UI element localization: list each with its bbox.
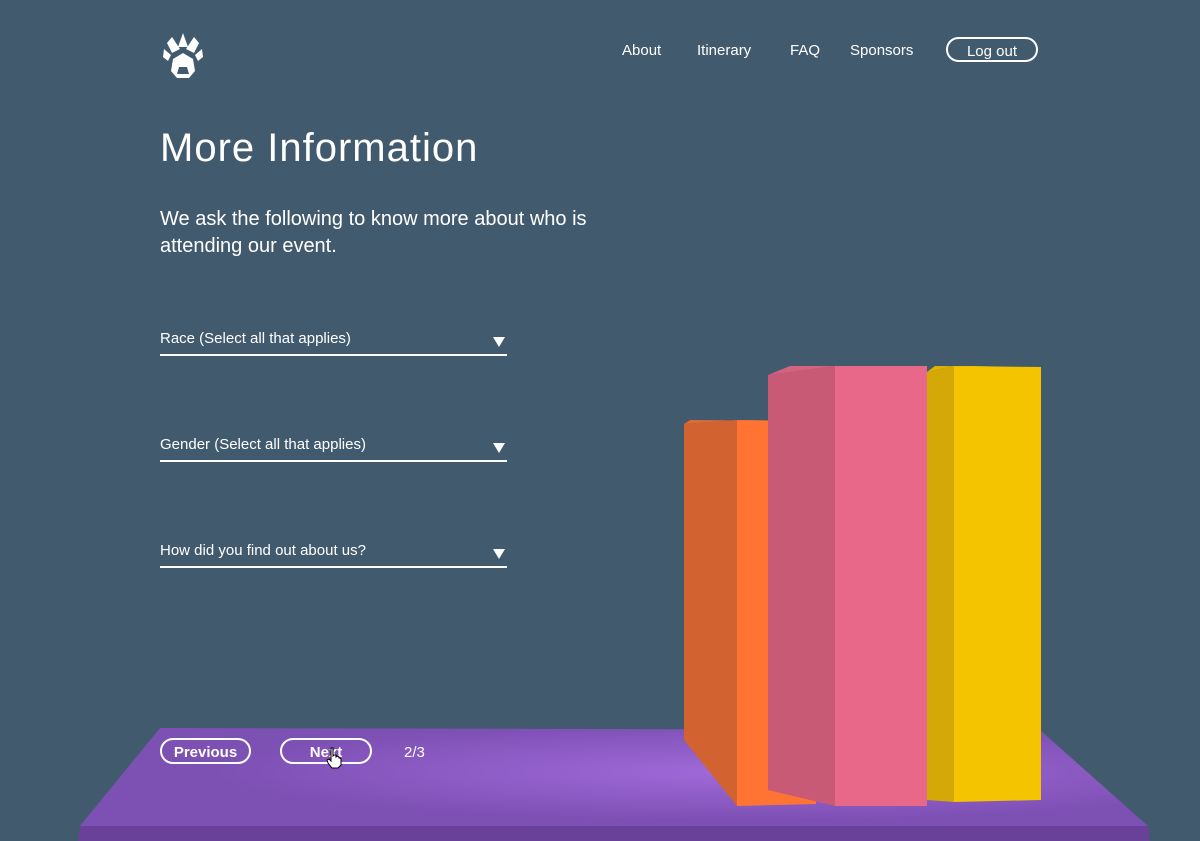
referral-select-label: How did you find out about us? — [160, 542, 366, 559]
gender-select-label: Gender (Select all that applies) — [160, 436, 366, 453]
logout-button[interactable]: Log out — [946, 37, 1038, 62]
hand-cursor-icon — [326, 747, 342, 769]
nav-link-about[interactable]: About — [622, 42, 661, 59]
nav-link-faq[interactable]: FAQ — [790, 42, 820, 59]
nav-link-sponsors[interactable]: Sponsors — [850, 42, 913, 59]
gender-select[interactable]: Gender (Select all that applies) — [160, 436, 507, 462]
intro-text: We ask the following to know more about … — [160, 208, 587, 257]
page-indicator: 2/3 — [404, 744, 425, 761]
caret-down-icon — [493, 337, 505, 347]
caret-down-icon — [493, 443, 505, 453]
page-title: More Information — [160, 126, 479, 170]
caret-down-icon — [493, 549, 505, 559]
top-nav: About Itinerary FAQ Sponsors Log out — [0, 37, 1200, 65]
race-select[interactable]: Race (Select all that applies) — [160, 330, 507, 356]
race-select-label: Race (Select all that applies) — [160, 330, 351, 347]
previous-button[interactable]: Previous — [160, 738, 251, 764]
referral-select[interactable]: How did you find out about us? — [160, 542, 507, 568]
nav-link-itinerary[interactable]: Itinerary — [697, 42, 751, 59]
